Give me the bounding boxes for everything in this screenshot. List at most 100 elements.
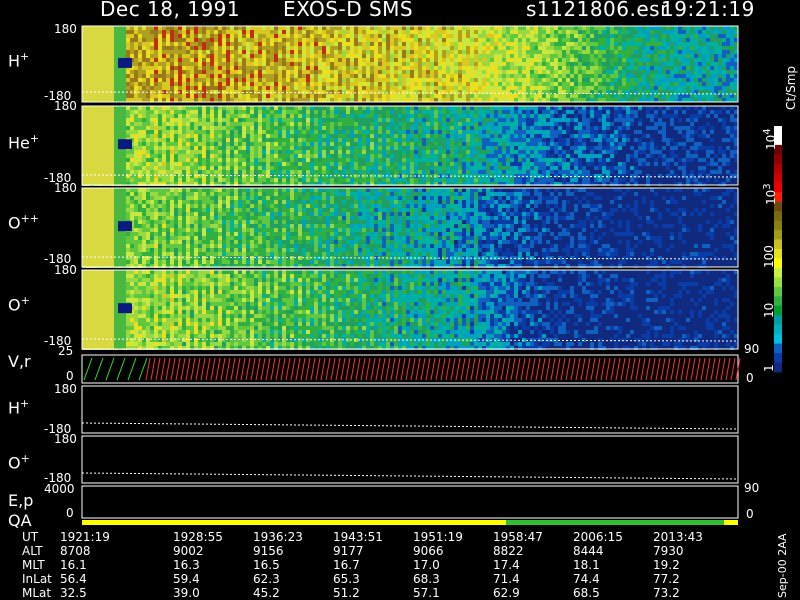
heatmap-cell [630, 86, 634, 90]
heatmap-cell [294, 138, 298, 142]
heatmap-cell [662, 38, 666, 42]
heatmap-cell [298, 158, 302, 162]
heatmap-cell [382, 134, 386, 138]
heatmap-cell [174, 70, 178, 74]
heatmap-cell [166, 154, 170, 158]
heatmap-cell [342, 150, 346, 154]
heatmap-cell [262, 34, 266, 38]
heatmap-cell [198, 66, 202, 70]
heatmap-cell [734, 30, 738, 34]
heatmap-cell [590, 46, 594, 50]
heatmap-cell [214, 158, 218, 162]
heatmap-cell [378, 130, 382, 134]
heatmap-cell [358, 34, 362, 38]
heatmap-cell [254, 54, 258, 58]
heatmap-cell [146, 38, 150, 42]
heatmap-cell [546, 74, 550, 78]
heatmap-cell [442, 126, 446, 130]
heatmap-cell [358, 86, 362, 90]
heatmap-cell [674, 94, 678, 98]
heatmap-cell [210, 78, 214, 82]
heatmap-cell [422, 58, 426, 62]
heatmap-cell [418, 146, 422, 150]
heatmap-cell [134, 38, 138, 42]
heatmap-cell [222, 178, 226, 182]
heatmap-cell [430, 150, 434, 154]
heatmap-cell [410, 70, 414, 74]
heatmap-cell [670, 82, 674, 86]
heatmap-cell [422, 162, 426, 166]
heatmap-cell [242, 98, 246, 102]
heatmap-cell [734, 34, 738, 38]
heatmap-cell [522, 38, 526, 42]
heatmap-cell [198, 142, 202, 146]
heatmap-cell [186, 74, 190, 78]
heatmap-cell [146, 70, 150, 74]
heatmap-cell [458, 34, 462, 38]
heatmap-cell [294, 46, 298, 50]
heatmap-cell [186, 86, 190, 90]
heatmap-cell [506, 70, 510, 74]
heatmap-cell [686, 30, 690, 34]
heatmap-cell [290, 170, 294, 174]
heatmap-cell [366, 138, 370, 142]
heatmap-cell [406, 110, 410, 114]
heatmap-cell [406, 70, 410, 74]
heatmap-cell [522, 54, 526, 58]
heatmap-cell [374, 134, 378, 138]
heatmap-cell [182, 158, 186, 162]
heatmap-cell [374, 138, 378, 142]
heatmap-cell [246, 146, 250, 150]
heatmap-cell [270, 74, 274, 78]
heatmap-cell [246, 150, 250, 154]
heatmap-cell [442, 170, 446, 174]
heatmap-cell [338, 166, 342, 170]
heatmap-cell [446, 38, 450, 42]
heatmap-cell [442, 66, 446, 70]
heatmap-cell [638, 46, 642, 50]
heatmap-cell [462, 34, 466, 38]
heatmap-cell [146, 178, 150, 182]
heatmap-cell [258, 34, 262, 38]
heatmap-cell [150, 146, 154, 150]
heatmap-cell [726, 34, 730, 38]
heatmap-cell [518, 26, 522, 30]
heatmap-cell [558, 38, 562, 42]
heatmap-cell [206, 66, 210, 70]
heatmap-cell [522, 94, 526, 98]
heatmap-cell [202, 66, 206, 70]
heatmap-cell [426, 158, 430, 162]
heatmap-cell [438, 134, 442, 138]
heatmap-cell [442, 78, 446, 82]
heatmap-cell [402, 122, 406, 126]
heatmap-cell [230, 158, 234, 162]
heatmap-cell [578, 70, 582, 74]
heatmap-cell [198, 110, 202, 114]
heatmap-cell [246, 26, 250, 30]
heatmap-cell [402, 138, 406, 142]
heatmap-cell [422, 46, 426, 50]
heatmap-cell [282, 138, 286, 142]
heatmap-cell [238, 126, 242, 130]
heatmap-cell [614, 42, 618, 46]
heatmap-cell [622, 82, 626, 86]
heatmap-cell [594, 78, 598, 82]
heatmap-cell [202, 142, 206, 146]
heatmap-cell [218, 138, 222, 142]
heatmap-cell [526, 78, 530, 82]
heatmap-cell [282, 114, 286, 118]
heatmap-cell [494, 50, 498, 54]
heatmap-cell [422, 166, 426, 170]
heatmap-cell [134, 98, 138, 102]
heatmap-cell [330, 106, 334, 110]
heatmap-cell [214, 50, 218, 54]
heatmap-cell [338, 38, 342, 42]
heatmap-cell [358, 66, 362, 70]
heatmap-cell [694, 82, 698, 86]
heatmap-cell [494, 86, 498, 90]
heatmap-cell [314, 166, 318, 170]
heatmap-cell [146, 174, 150, 178]
heatmap-cell [330, 154, 334, 158]
heatmap-cell [350, 170, 354, 174]
heatmap-cell [386, 82, 390, 86]
